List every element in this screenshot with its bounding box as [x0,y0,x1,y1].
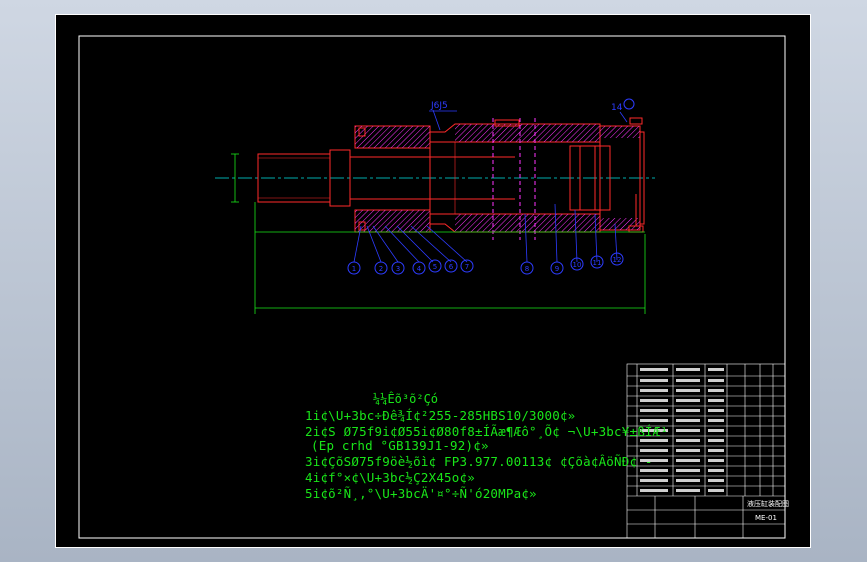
balloon-label-7: 7 [465,263,469,271]
rear-cap-hatch-bottom [600,218,640,230]
rear-cap-hatch-top [600,126,640,138]
callout-right-label: 14 [611,103,623,113]
balloon-label-2: 2 [379,265,383,273]
balloon-label-1: 1 [352,265,356,273]
front-gland [354,125,431,233]
drawing-sheet: 1 2 3 4 5 6 7 8 9 10 11 12 J6J5 14 ¼¼Êõ³… [55,14,811,548]
balloon-label-3: 3 [396,265,400,273]
callout-right-balloon[interactable] [623,98,635,110]
tech-requirement-line-3: 3i¢ÇõSØ75f9öè½õì¢ FP3.977.00113¢ ¢Çõà¢Âö… [305,454,653,469]
barrel-hatch-top [455,124,600,142]
balloon-label-4: 4 [417,265,422,273]
drawing-number-label: ME-01 [755,514,777,522]
barrel-hatch-bottom [455,214,600,232]
callout-top-label: J6J5 [430,101,448,111]
balloon-label-9: 9 [555,265,559,273]
tech-requirement-line-2b: (Ep crhd °GB139J1-92)¢» [311,438,489,453]
balloon-label-6: 6 [449,263,454,271]
tech-requirements-title: ¼¼Êõ³õ²Çó [373,392,439,406]
tech-requirement-line-1: 1i¢\U+3bc÷Ðê¾Í¢²255-285HBS10/3000¢» [305,408,576,423]
tech-requirement-line-2: 2i¢S Ø75f9i¢Ø55i¢Ø80f8±ÍÃæ¶Æô°¸Õ¢ ¬\U+3b… [305,424,669,439]
balloon-label-5: 5 [433,263,437,271]
drawing-name-label: 液压缸装配图 [747,500,789,508]
balloon-label-12: 12 [613,256,622,264]
tech-requirement-line-5: 5i¢õ²Ñ¸,°\U+3bcÄ'¤°÷Ñ'ó20MPa¢» [305,486,537,501]
balloon-label-10: 10 [573,261,582,269]
balloon-group [347,252,624,275]
balloon-label-11: 11 [593,259,602,267]
tech-requirement-line-4: 4i¢f°×¢\U+3bc½Ç2X45o¢» [305,470,475,485]
balloon-label-8: 8 [525,265,529,273]
